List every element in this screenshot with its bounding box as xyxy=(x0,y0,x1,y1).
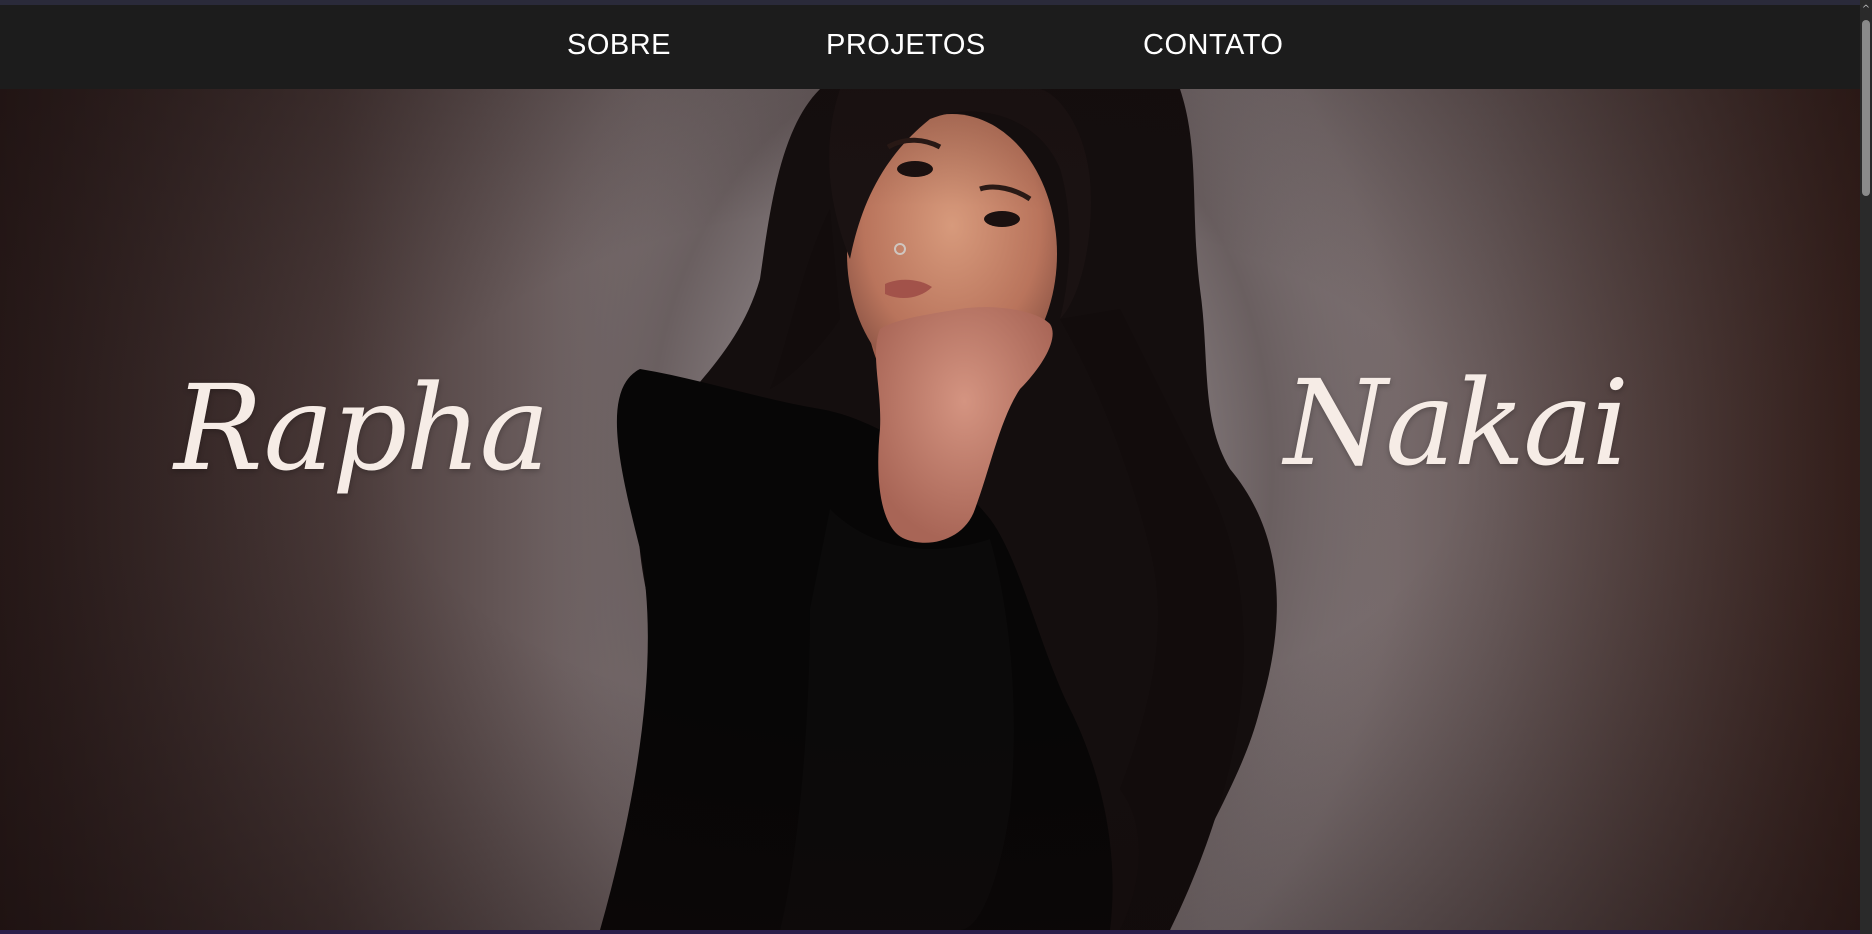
scroll-up-arrow-icon[interactable]: ^ xyxy=(1860,4,1872,16)
page: SOBRE PROJETOS CONTATO Rapha Nakai ^ xyxy=(0,0,1872,934)
vignette-overlay xyxy=(0,89,1860,930)
vertical-scrollbar[interactable]: ^ xyxy=(1860,0,1872,934)
nav-link-projetos[interactable]: PROJETOS xyxy=(826,31,986,60)
hero-first-name: Rapha xyxy=(174,359,550,497)
nav-link-contato[interactable]: CONTATO xyxy=(1143,31,1283,60)
scrollbar-thumb[interactable] xyxy=(1862,20,1870,196)
nav-link-sobre[interactable]: SOBRE xyxy=(567,31,671,60)
bottom-border xyxy=(0,930,1860,934)
top-navbar: SOBRE PROJETOS CONTATO xyxy=(0,5,1860,89)
hero-last-name: Nakai xyxy=(1284,354,1629,492)
hero-section: Rapha Nakai xyxy=(0,89,1860,930)
